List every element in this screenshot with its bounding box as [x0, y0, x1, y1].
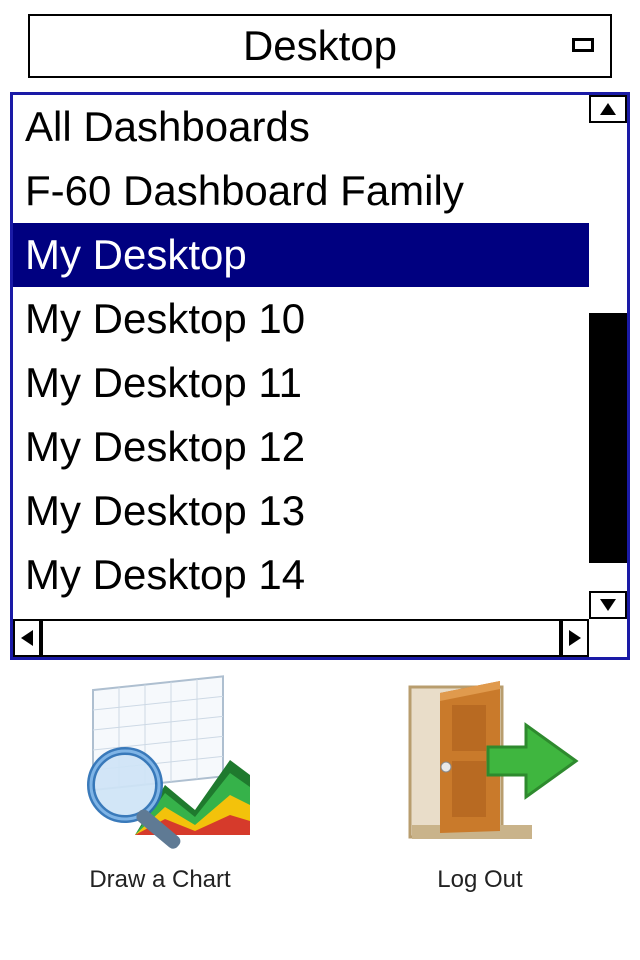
dropdown-item[interactable]: My Desktop 11 [13, 351, 589, 415]
vertical-scrollbar[interactable] [589, 95, 627, 619]
chart-magnifier-icon [60, 670, 260, 860]
scroll-thumb[interactable] [589, 313, 627, 563]
log-out-button[interactable]: Log Out [320, 670, 640, 930]
dropdown-item-selected[interactable]: My Desktop [13, 223, 589, 287]
chevron-right-icon [569, 630, 581, 646]
dropdown-item[interactable]: My Desktop 14 [13, 543, 589, 607]
dropdown-item[interactable]: My Desktop 12 [13, 415, 589, 479]
scroll-down-button[interactable] [589, 591, 627, 619]
horizontal-scrollbar[interactable] [13, 619, 589, 657]
chevron-left-icon [21, 630, 33, 646]
scroll-left-button[interactable] [13, 619, 41, 657]
action-label: Draw a Chart [89, 866, 230, 894]
title-bar: Desktop [28, 14, 612, 78]
action-label: Log Out [437, 866, 522, 894]
chevron-down-icon [600, 599, 616, 611]
scroll-track[interactable] [41, 619, 561, 657]
scroll-corner [589, 619, 627, 657]
scroll-track[interactable] [589, 123, 627, 591]
dropdown-item[interactable]: My Desktop 13 [13, 479, 589, 543]
scroll-up-button[interactable] [589, 95, 627, 123]
dropdown-list[interactable]: All Dashboards F-60 Dashboard Family My … [13, 95, 589, 619]
dropdown-item[interactable]: My Desktop 10 [13, 287, 589, 351]
dropdown-item[interactable]: F-60 Dashboard Family [13, 159, 589, 223]
chevron-up-icon [600, 103, 616, 115]
page-title: Desktop [30, 22, 610, 70]
draw-chart-button[interactable]: Draw a Chart [0, 670, 320, 930]
door-exit-icon [380, 670, 580, 860]
window-restore-icon[interactable] [572, 38, 594, 52]
dashboard-dropdown[interactable]: All Dashboards F-60 Dashboard Family My … [10, 92, 630, 660]
scroll-right-button[interactable] [561, 619, 589, 657]
action-bar: Draw a Chart Log Out [0, 670, 640, 930]
dropdown-item[interactable]: All Dashboards [13, 95, 589, 159]
